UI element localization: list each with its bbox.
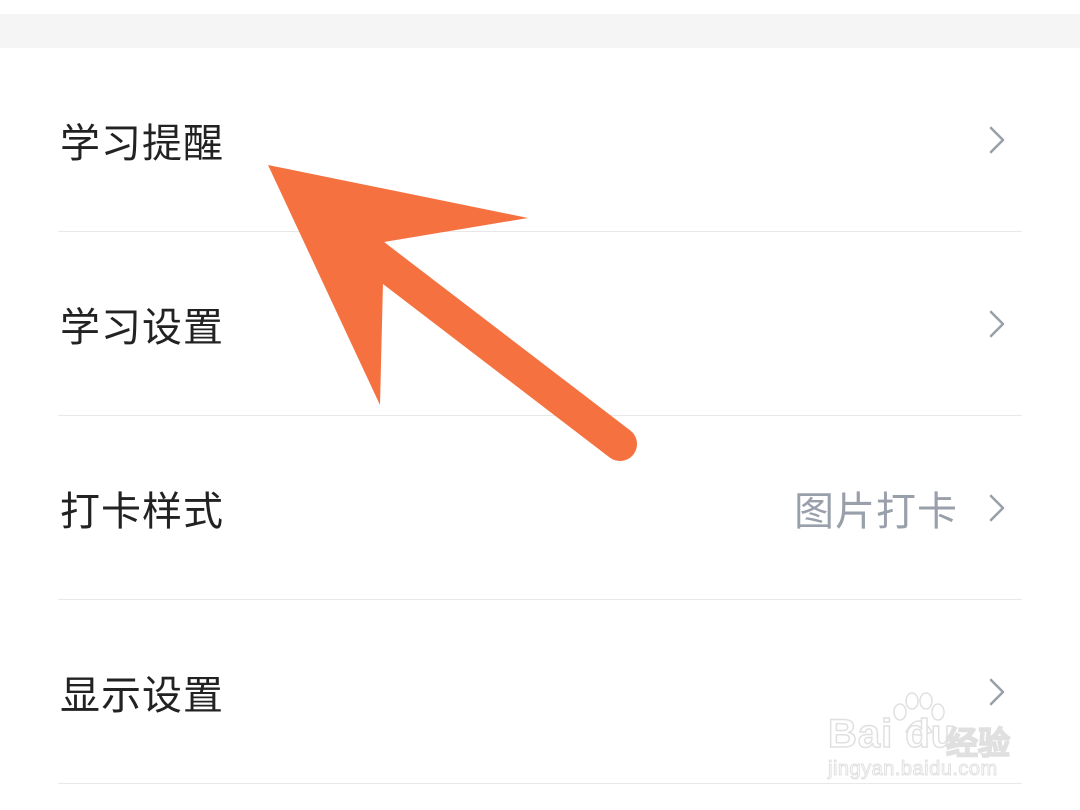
settings-item-study-reminder[interactable]: 学习提醒 xyxy=(0,48,1080,232)
chevron-right-icon xyxy=(989,126,1005,154)
settings-item-label: 学习提醒 xyxy=(60,121,224,167)
settings-item-value: 图片打卡 xyxy=(794,489,958,535)
settings-item-right xyxy=(986,124,1008,156)
settings-list: 学习提醒 学习设置 打卡样式 图片打卡 显示设置 xyxy=(0,48,1080,784)
settings-item-right: 图片打卡 xyxy=(794,479,1008,537)
settings-item-label: 打卡样式 xyxy=(60,489,224,535)
watermark-url: jingyan.baidu.com xyxy=(828,758,998,781)
watermark-brand: Bai du xyxy=(827,711,957,757)
settings-item-label: 学习设置 xyxy=(60,305,224,351)
chevron-right-icon xyxy=(989,310,1005,338)
baidu-jingyan-watermark: Bai du 经验 jingyan.baidu.com xyxy=(827,692,1028,792)
settings-item-label: 显示设置 xyxy=(60,673,224,719)
settings-item-checkin-style[interactable]: 打卡样式 图片打卡 xyxy=(0,416,1080,600)
chevron-right-icon xyxy=(989,494,1005,522)
settings-item-right xyxy=(986,308,1008,340)
settings-item-study-settings[interactable]: 学习设置 xyxy=(0,232,1080,416)
settings-screen: 学习提醒 学习设置 打卡样式 图片打卡 显示设置 Bai du 经验 jingy… xyxy=(0,0,1080,810)
section-gap-top-edge xyxy=(0,0,1080,14)
